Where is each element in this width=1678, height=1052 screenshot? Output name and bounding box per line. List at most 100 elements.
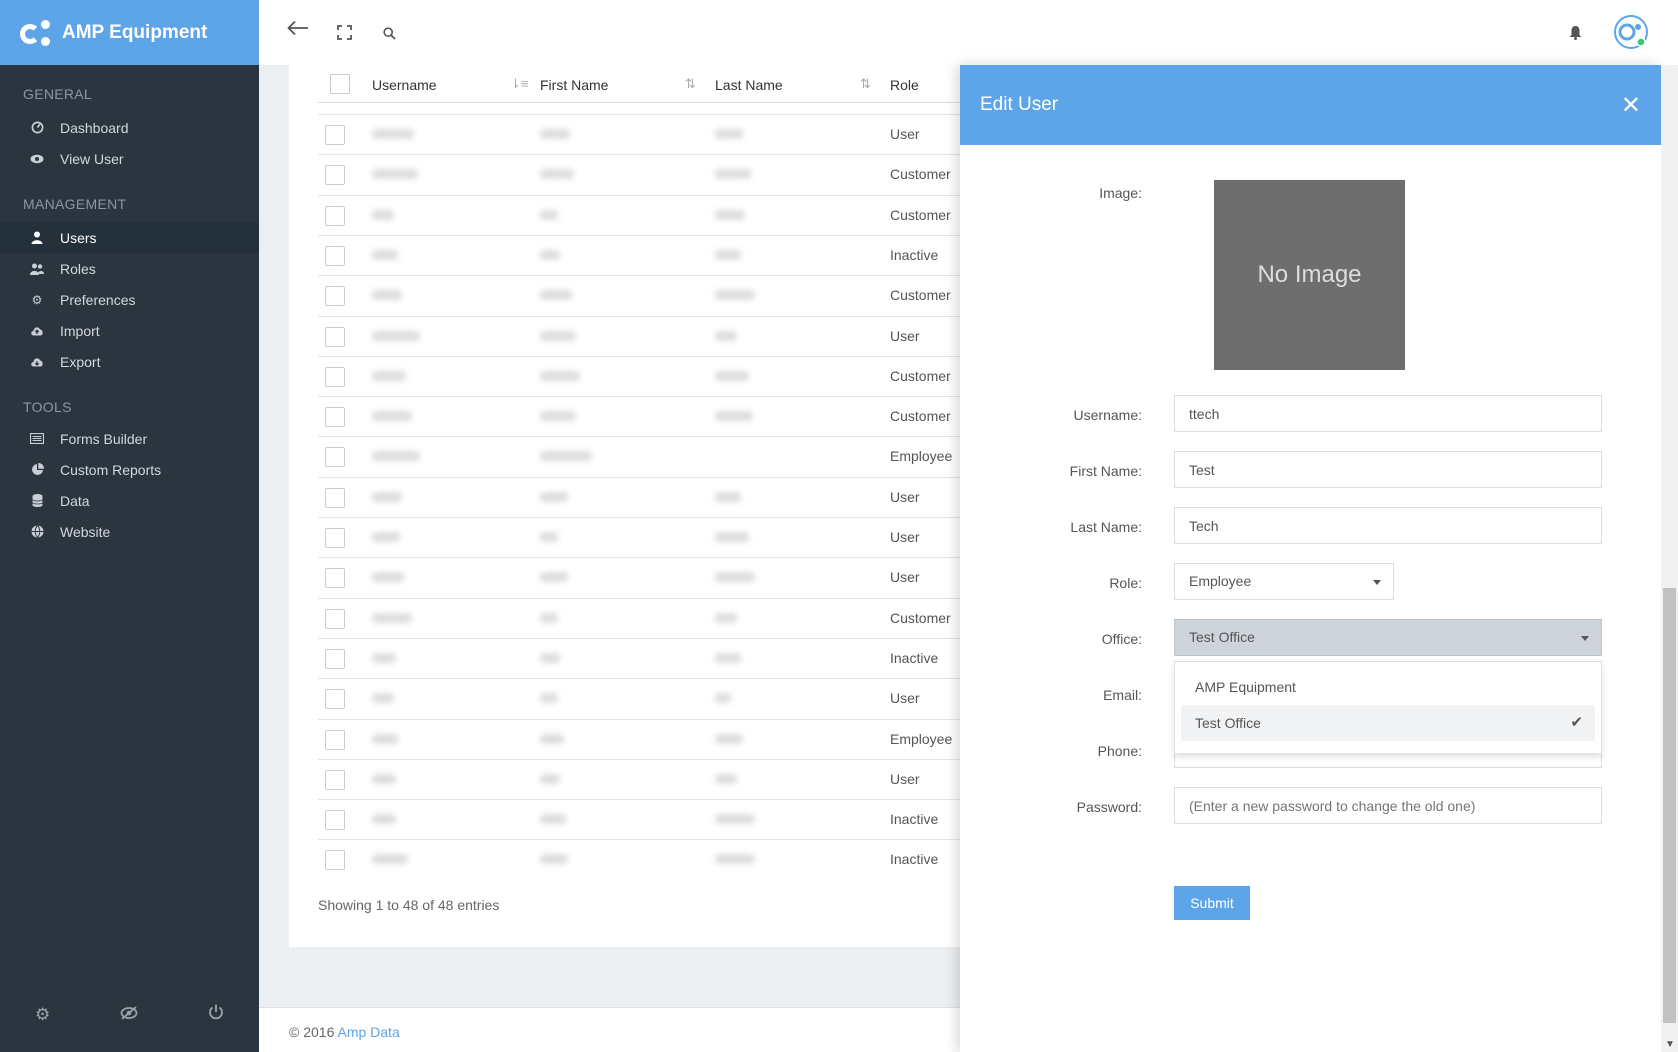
column-header-last-name[interactable]: Last Name [715, 77, 783, 93]
sidebar-item-label: Dashboard [60, 119, 129, 136]
sidebar-item-website[interactable]: Website [0, 516, 259, 547]
select-all-checkbox[interactable] [330, 74, 350, 94]
username-input[interactable] [1174, 395, 1602, 432]
redacted-cell [540, 652, 560, 663]
row-checkbox[interactable] [325, 528, 345, 548]
fullscreen-icon[interactable] [337, 24, 352, 45]
users-icon [30, 262, 44, 276]
redacted-cell [715, 854, 755, 865]
column-header-role[interactable]: Role [890, 77, 919, 93]
sidebar-item-label: Import [60, 322, 100, 339]
caret-down-icon [1581, 636, 1589, 641]
row-checkbox[interactable] [325, 205, 345, 226]
sidebar-item-label: Roles [60, 260, 96, 277]
sort-icon[interactable]: ⇅ [685, 76, 696, 92]
row-checkbox[interactable] [325, 769, 345, 790]
first-name-input[interactable] [1174, 451, 1602, 488]
sort-icon[interactable]: ⇅ [860, 76, 871, 92]
nav-section-tools: TOOLS [23, 399, 72, 415]
office-option-test-office[interactable]: Test Office ✔ [1181, 705, 1595, 741]
last-name-input[interactable] [1174, 507, 1602, 544]
row-checkbox[interactable] [325, 648, 345, 669]
role-cell: User [890, 569, 920, 586]
row-checkbox[interactable] [325, 165, 345, 186]
close-icon[interactable]: ✕ [1621, 91, 1641, 120]
scrollbar-thumb[interactable] [1663, 588, 1676, 1023]
sidebar-item-forms-builder[interactable]: Forms Builder [0, 423, 259, 454]
row-checkbox[interactable] [325, 689, 345, 710]
sort-asc-icon[interactable]: ⇂≡ [510, 76, 528, 92]
power-icon[interactable] [208, 1004, 224, 1026]
search-icon[interactable] [383, 24, 396, 45]
avatar[interactable] [1614, 15, 1648, 54]
redacted-cell [372, 370, 406, 381]
password-input[interactable] [1174, 787, 1602, 824]
topbar [259, 0, 1678, 65]
sidebar-item-view-user[interactable]: View User [0, 143, 259, 174]
back-arrow-icon[interactable] [287, 20, 309, 41]
sidebar-item-roles[interactable]: Roles [0, 253, 259, 284]
office-dropdown-menu: AMP Equipment Test Office ✔ [1174, 661, 1602, 754]
sidebar-item-label: Website [60, 523, 111, 540]
nav-section-management: MANAGEMENT [23, 196, 127, 212]
role-cell: Customer [890, 287, 951, 304]
redacted-cell [372, 652, 396, 663]
table-info: Showing 1 to 48 of 48 entries [318, 897, 500, 913]
bell-icon[interactable] [1569, 24, 1582, 45]
office-select[interactable]: Test Office [1174, 619, 1602, 656]
row-checkbox[interactable] [325, 286, 345, 307]
row-checkbox[interactable] [325, 326, 345, 347]
redacted-cell [372, 532, 400, 542]
redacted-cell [715, 129, 743, 139]
modal-title: Edit User [980, 94, 1059, 115]
row-checkbox[interactable] [325, 366, 345, 387]
copyright-text: © 2016 [289, 1024, 335, 1040]
row-checkbox[interactable] [325, 810, 345, 831]
edit-user-panel: Edit User ✕ Image: No Image Username: Fi… [960, 65, 1661, 1052]
role-select[interactable]: Employee [1174, 563, 1394, 600]
row-checkbox[interactable] [325, 245, 345, 266]
scrollbar[interactable]: ▼ [1661, 65, 1678, 1052]
sidebar-item-label: View User [60, 150, 124, 167]
redacted-cell [540, 209, 558, 220]
row-checkbox[interactable] [325, 487, 345, 508]
sidebar-item-export[interactable]: Export [0, 346, 259, 377]
column-header-first-name[interactable]: First Name [540, 77, 608, 93]
checkmark-icon: ✔ [1570, 714, 1583, 731]
eye-slash-icon[interactable] [120, 1005, 138, 1025]
submit-button[interactable]: Submit [1174, 886, 1250, 920]
redacted-cell [540, 532, 558, 542]
user-image-placeholder[interactable]: No Image [1214, 180, 1405, 370]
sidebar: AMP Equipment GENERAL Dashboard View Use… [0, 0, 259, 1052]
sidebar-item-data[interactable]: Data [0, 485, 259, 516]
redacted-cell [372, 411, 412, 422]
redacted-cell [540, 572, 568, 583]
redacted-cell [540, 129, 570, 139]
footer-link[interactable]: Amp Data [337, 1024, 399, 1040]
redacted-cell [715, 612, 737, 623]
sidebar-item-users[interactable]: Users [0, 222, 259, 253]
row-checkbox[interactable] [325, 850, 345, 871]
caret-down-icon [1373, 580, 1381, 585]
scroll-down-arrow-icon[interactable]: ▼ [1665, 1039, 1675, 1050]
row-checkbox[interactable] [325, 447, 345, 468]
redacted-cell [372, 209, 394, 220]
gear-icon[interactable]: ⚙ [35, 1005, 50, 1025]
sidebar-item-custom-reports[interactable]: Custom Reports [0, 454, 259, 485]
sidebar-item-import[interactable]: Import [0, 315, 259, 346]
row-checkbox[interactable] [325, 568, 345, 589]
sidebar-item-preferences[interactable]: ⚙ Preferences [0, 284, 259, 315]
office-option-amp-equipment[interactable]: AMP Equipment [1181, 669, 1595, 705]
row-checkbox[interactable] [325, 125, 345, 145]
redacted-cell [372, 491, 402, 502]
row-checkbox[interactable] [325, 407, 345, 428]
database-icon [30, 494, 44, 508]
image-label: Image: [1099, 185, 1142, 201]
sidebar-item-dashboard[interactable]: Dashboard [0, 112, 259, 143]
redacted-cell [372, 451, 420, 462]
column-header-username[interactable]: Username [372, 77, 437, 93]
row-checkbox[interactable] [325, 729, 345, 750]
brand[interactable]: AMP Equipment [0, 0, 259, 65]
row-checkbox[interactable] [325, 608, 345, 629]
redacted-cell [372, 169, 418, 180]
